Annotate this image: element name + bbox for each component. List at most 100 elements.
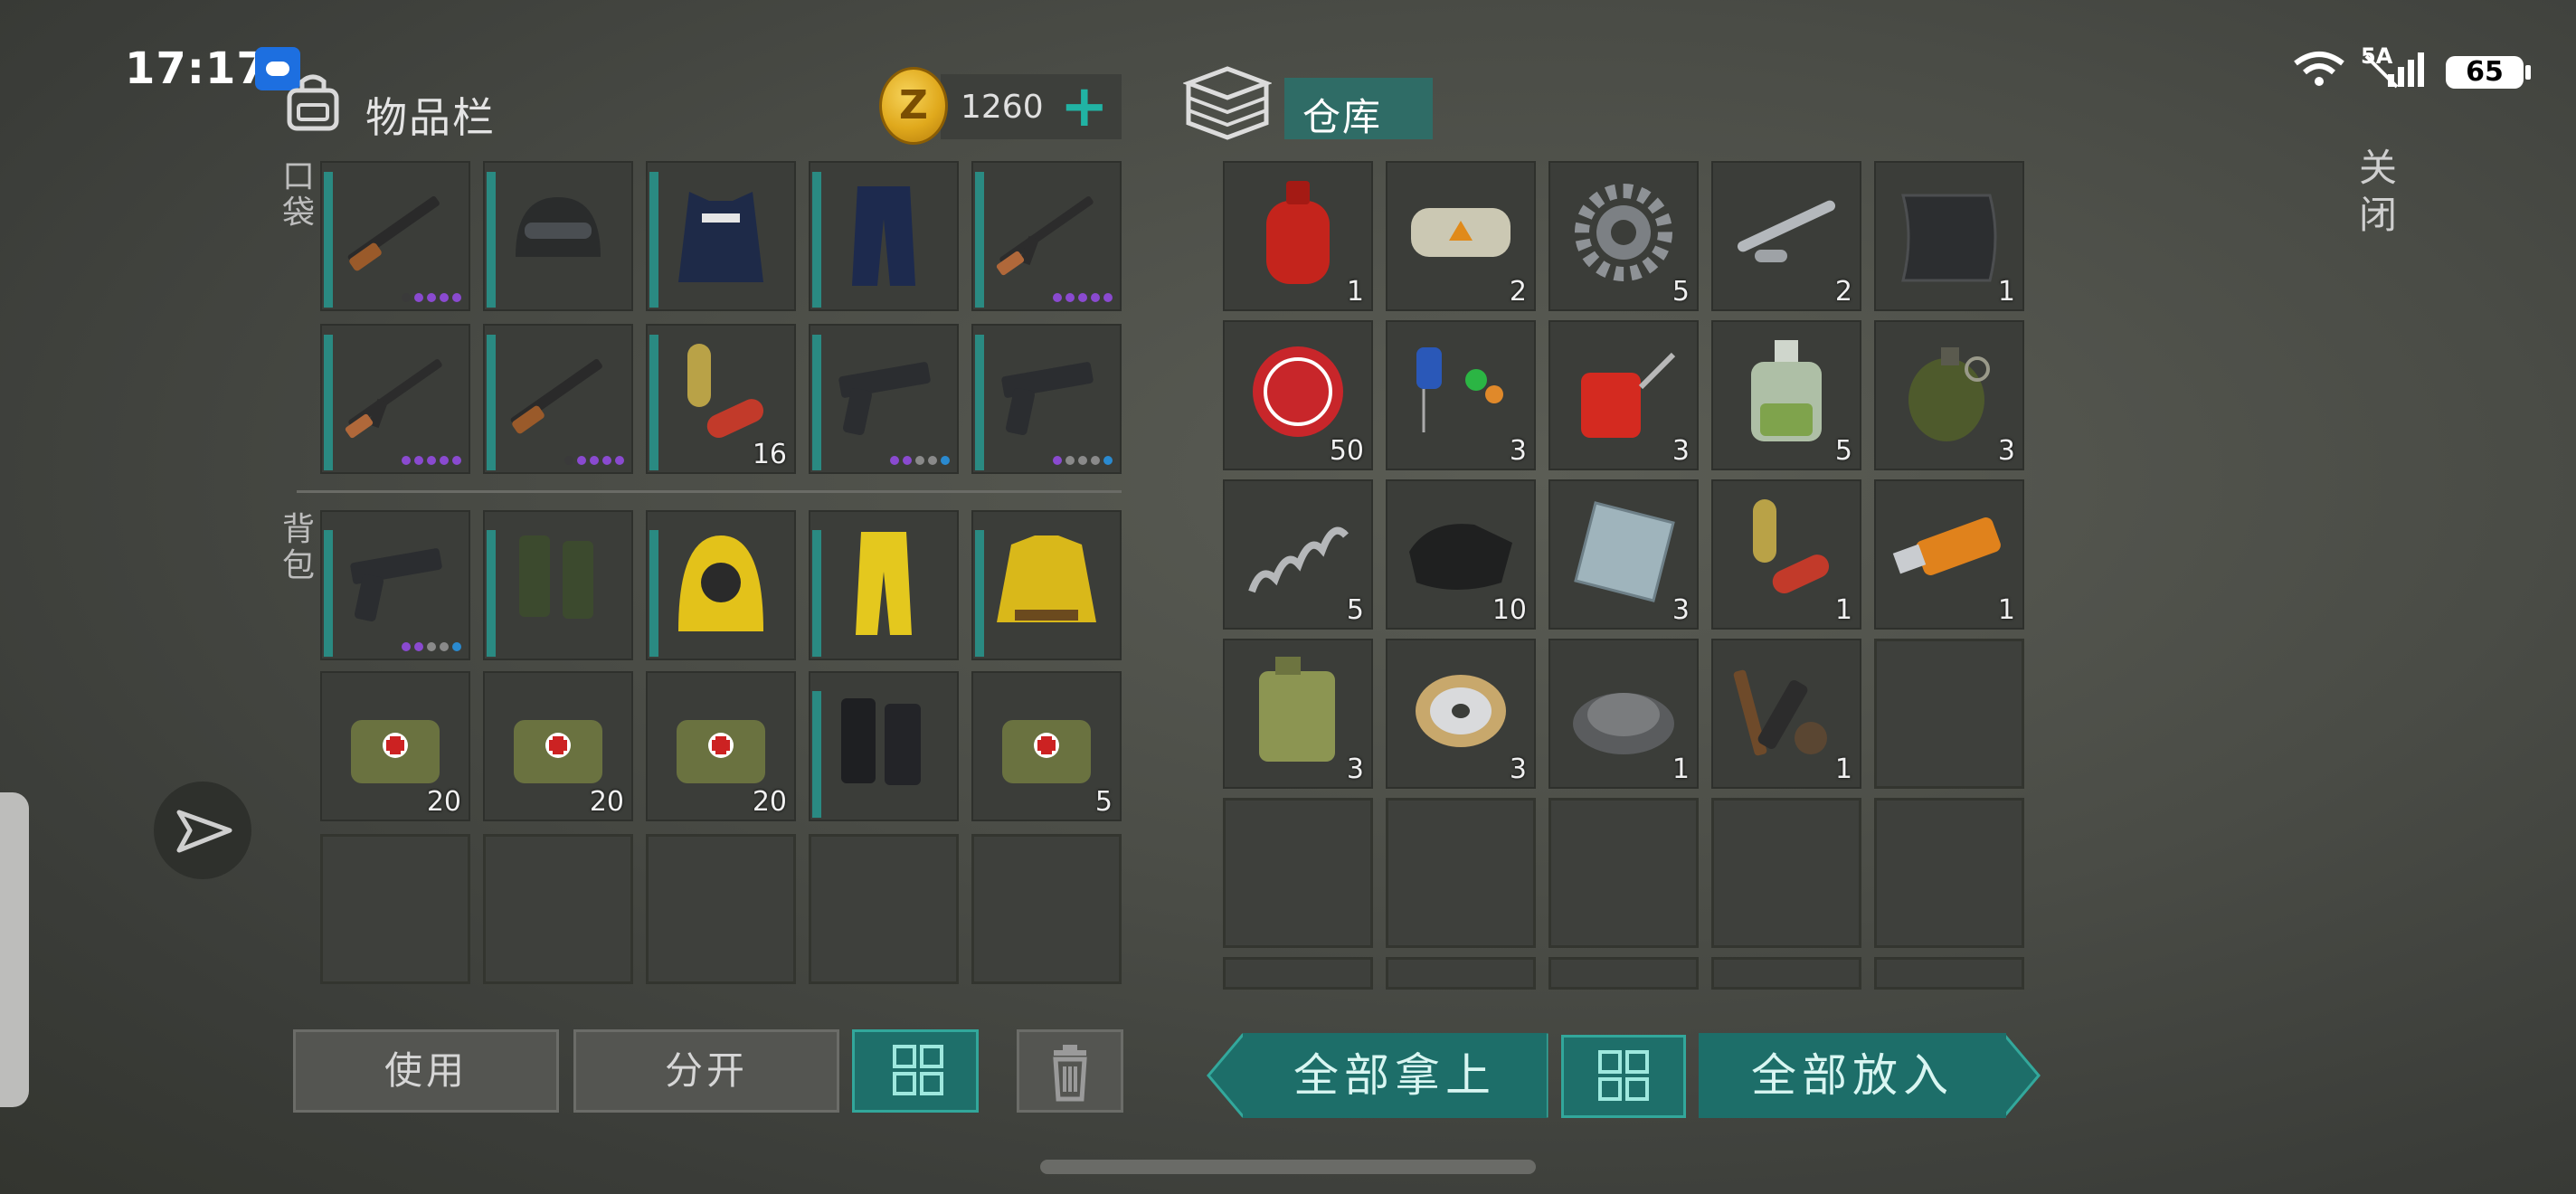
storage-slot[interactable]: 5 [1711, 320, 1861, 470]
storage-slot[interactable]: 3 [1548, 320, 1699, 470]
empty-slot[interactable] [1711, 957, 1861, 990]
quality-dot [602, 456, 611, 465]
storage-slot[interactable]: 3 [1223, 639, 1373, 789]
put-all-button[interactable]: 全部放入 [1699, 1033, 2006, 1118]
storage-slot[interactable]: 3 [1874, 320, 2024, 470]
quality-dot [615, 456, 624, 465]
storage-slot[interactable]: 2 [1386, 161, 1536, 311]
empty-slot[interactable] [646, 834, 796, 984]
pockets-slot[interactable] [483, 161, 633, 311]
storage-slot[interactable]: 50 [1223, 320, 1373, 470]
wifi-icon [2294, 52, 2344, 86]
empty-slot[interactable] [1548, 957, 1699, 990]
empty-slot[interactable] [483, 834, 633, 984]
use-button[interactable]: 使用 [293, 1029, 559, 1113]
send-button[interactable] [154, 782, 251, 879]
quality-dot [577, 456, 586, 465]
item-count: 20 [752, 786, 787, 818]
quality-dot [941, 456, 950, 465]
side-drawer-handle[interactable] [0, 792, 29, 1107]
item-count: 3 [1509, 435, 1527, 467]
quality-dot [440, 293, 449, 302]
pockets-slot[interactable] [809, 324, 959, 474]
pockets-slot[interactable] [320, 161, 470, 311]
storage-slot[interactable]: 10 [1386, 479, 1536, 630]
delete-button[interactable] [1017, 1029, 1123, 1113]
pockets-slot[interactable] [646, 161, 796, 311]
close-button[interactable]: 关闭 [2355, 145, 2401, 239]
sort-button[interactable] [852, 1029, 979, 1113]
empty-slot[interactable] [1874, 798, 2024, 948]
backpack-slot[interactable]: 5 [971, 671, 1122, 821]
storage-slot[interactable]: 1 [1223, 161, 1373, 311]
durability-bar [812, 691, 821, 818]
empty-slot[interactable] [1223, 798, 1373, 948]
home-indicator[interactable] [1040, 1160, 1536, 1174]
empty-slot[interactable] [809, 834, 959, 984]
empty-slot[interactable] [1874, 957, 2024, 990]
pistol-icon [1001, 362, 1094, 436]
add-coins-button[interactable]: + [1060, 78, 1109, 136]
empty-slot[interactable] [1386, 957, 1536, 990]
storage-slot[interactable]: 3 [1386, 320, 1536, 470]
backpack-slot[interactable] [809, 671, 959, 821]
usb-drive-icon [1892, 517, 2001, 575]
pockets-slot[interactable] [971, 161, 1122, 311]
item-count: 16 [752, 439, 787, 470]
storage-sort-button[interactable] [1561, 1035, 1686, 1118]
storage-slot[interactable]: 1 [1711, 639, 1861, 789]
backpack-slot[interactable]: 20 [320, 671, 470, 821]
split-button[interactable]: 分开 [573, 1029, 839, 1113]
storage-slot[interactable]: 1 [1711, 479, 1861, 630]
empty-slot[interactable] [1874, 639, 2024, 789]
ak-rifle-icon [345, 359, 442, 439]
storage-slot[interactable]: 3 [1386, 639, 1536, 789]
durability-bar [975, 172, 984, 308]
item-count: 3 [1346, 753, 1364, 785]
police-vest-icon [678, 192, 763, 282]
backpack-slot[interactable]: 20 [483, 671, 633, 821]
quality-dot [1065, 293, 1075, 302]
storage-slot[interactable]: 1 [1874, 161, 2024, 311]
pockets-slot[interactable]: 16 [646, 324, 796, 474]
quality-dot [1091, 456, 1100, 465]
pockets-slot[interactable] [320, 324, 470, 474]
empty-slot[interactable] [1711, 798, 1861, 948]
storage-slot[interactable]: 5 [1223, 479, 1373, 630]
backpack-slot[interactable] [971, 510, 1122, 660]
gas-cylinder-icon [1266, 181, 1330, 284]
item-count: 1 [1834, 753, 1852, 785]
durability-bar [649, 335, 658, 470]
storage-slot[interactable]: 1 [1548, 639, 1699, 789]
grenade-icon [1908, 347, 1990, 441]
combat-boots-icon [841, 698, 921, 785]
pockets-slot[interactable] [809, 161, 959, 311]
durability-bar [975, 335, 984, 470]
storage-slot[interactable]: 1 [1874, 479, 2024, 630]
storage-slot[interactable]: 2 [1711, 161, 1861, 311]
backpack-slot[interactable] [483, 510, 633, 660]
bottle-cap-icon [1253, 346, 1343, 437]
backpack-slot[interactable]: 20 [646, 671, 796, 821]
empty-slot[interactable] [971, 834, 1122, 984]
take-all-button[interactable]: 全部拿上 [1243, 1033, 1547, 1118]
shotgun-icon [510, 358, 602, 434]
storage-slot[interactable]: 5 [1548, 161, 1699, 311]
storage-slot[interactable]: 3 [1548, 479, 1699, 630]
backpack-slot[interactable] [320, 510, 470, 660]
spring-icon [1248, 526, 1350, 593]
pockets-slot[interactable] [971, 324, 1122, 474]
trash-icon [1053, 1045, 1087, 1102]
durability-bar [975, 530, 984, 657]
backpack-label: 背包 [281, 511, 315, 584]
empty-slot[interactable] [1548, 798, 1699, 948]
pockets-slot[interactable] [483, 324, 633, 474]
backpack-slot[interactable] [646, 510, 796, 660]
backpack-slot[interactable] [809, 510, 959, 660]
durability-bar [324, 530, 333, 657]
empty-slot[interactable] [1386, 798, 1536, 948]
police-pants-icon [852, 186, 915, 286]
empty-slot[interactable] [320, 834, 470, 984]
empty-slot[interactable] [1223, 957, 1373, 990]
item-count: 1 [1997, 594, 2015, 626]
